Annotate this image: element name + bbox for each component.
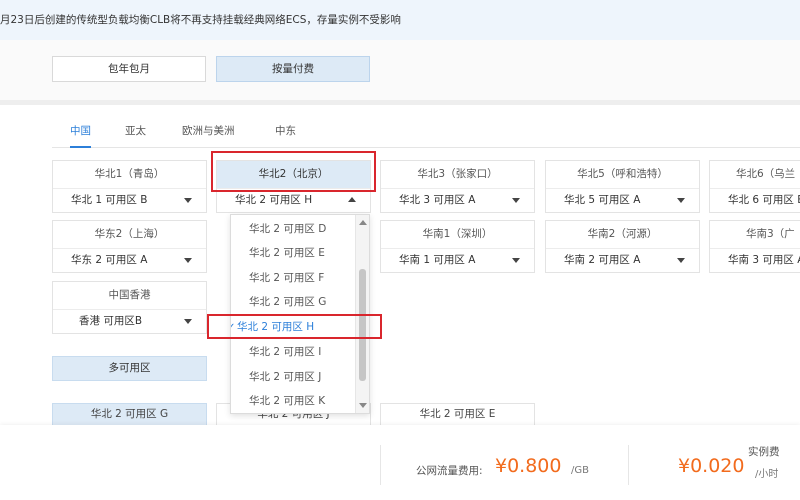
region-card-huadong2[interactable]: 华东2（上海） 华东 2 可用区 A xyxy=(52,220,207,273)
region-name: 华南2（河源） xyxy=(546,221,699,249)
dropdown-option-label: 华北 2 可用区 I xyxy=(249,346,322,358)
subscription-button[interactable]: 包年包月 xyxy=(52,56,206,82)
checkmark-icon: ✓ xyxy=(231,316,237,340)
dropdown-option-label: 华北 2 可用区 J xyxy=(249,371,322,383)
caret-down-icon xyxy=(677,258,685,263)
dropdown-option[interactable]: 华北 2 可用区 D xyxy=(231,217,354,241)
scroll-up-icon[interactable] xyxy=(359,220,367,225)
zone-select[interactable]: 香港 可用区B xyxy=(53,310,206,334)
dropdown-option-label: 华北 2 可用区 F xyxy=(249,272,325,284)
dropdown-option[interactable]: 华北 2 可用区 K xyxy=(231,389,354,413)
region-name: 华北3（张家口） xyxy=(381,161,534,189)
zone-select[interactable]: 华北 5 可用区 A xyxy=(546,189,699,213)
region-name: 中国香港 xyxy=(53,282,206,310)
zone-select[interactable]: 华南 1 可用区 A xyxy=(381,249,534,273)
zone-select-value: 华南 2 可用区 A xyxy=(564,254,641,266)
caret-down-icon xyxy=(512,198,520,203)
region-card-huabei6[interactable]: 华北6（乌兰 华北 6 可用区 B xyxy=(709,160,800,213)
zone-select[interactable]: 华北 3 可用区 A xyxy=(381,189,534,213)
dropdown-scrollbar[interactable] xyxy=(355,215,369,413)
zone-select[interactable]: 华南 3 可用区 A xyxy=(710,249,800,273)
dropdown-option-label: 华北 2 可用区 D xyxy=(249,223,327,235)
zone-select-value: 华北 2 可用区 H xyxy=(235,194,313,206)
section-divider xyxy=(0,100,800,105)
instance-fee-label: 实例费 xyxy=(748,446,780,458)
traffic-fee-price: ¥0.800 xyxy=(495,455,562,477)
region-name: 华东2（上海） xyxy=(53,221,206,249)
geo-tabs: 中国 亚太 欧洲与美洲 中东 xyxy=(52,123,800,148)
zone-select[interactable]: 华南 2 可用区 A xyxy=(546,249,699,273)
region-name: 华南1（深圳） xyxy=(381,221,534,249)
zone-select-value: 华北 6 可用区 B xyxy=(728,194,800,206)
dropdown-option-label: 华北 2 可用区 E xyxy=(249,247,325,259)
price-divider xyxy=(628,445,629,485)
dropdown-option[interactable]: 华北 2 可用区 E xyxy=(231,241,354,265)
zone-select[interactable]: 华北 1 可用区 B xyxy=(53,189,206,213)
region-name: 华南3（广 xyxy=(710,221,800,249)
caret-up-icon xyxy=(348,197,356,202)
notice-banner: 月23日后创建的传统型负载均衡CLB将不再支持挂载经典网络ECS，存量实例不受影… xyxy=(0,0,800,40)
zone-dropdown-menu: 华北 2 可用区 D 华北 2 可用区 E 华北 2 可用区 F 华北 2 可用… xyxy=(230,214,370,414)
dropdown-option[interactable]: 华北 2 可用区 J xyxy=(231,365,354,389)
zone-select[interactable]: 华北 2 可用区 H xyxy=(217,189,370,213)
zone-select-value: 香港 可用区B xyxy=(79,315,143,327)
caret-down-icon xyxy=(184,198,192,203)
tab-middle-east[interactable]: 中东 xyxy=(275,123,296,148)
zone-select-value: 华南 1 可用区 A xyxy=(399,254,476,266)
pay-as-you-go-button[interactable]: 按量付费 xyxy=(216,56,370,82)
region-card-huabei1[interactable]: 华北1（青岛） 华北 1 可用区 B xyxy=(52,160,207,213)
region-card-huabei3[interactable]: 华北3（张家口） 华北 3 可用区 A xyxy=(380,160,535,213)
caret-down-icon xyxy=(677,198,685,203)
zone-select[interactable]: 华北 6 可用区 B xyxy=(710,189,800,213)
dropdown-option-label: 华北 2 可用区 K xyxy=(249,395,326,407)
region-name: 华北2（北京） xyxy=(217,161,370,189)
price-divider xyxy=(380,445,381,485)
zone-select[interactable]: 华东 2 可用区 A xyxy=(53,249,206,273)
region-card-huanan2[interactable]: 华南2（河源） 华南 2 可用区 A xyxy=(545,220,700,273)
caret-down-icon xyxy=(184,319,192,324)
multi-zone-option[interactable]: 华北 2 可用区 G xyxy=(52,403,207,426)
zone-select-value: 华东 2 可用区 A xyxy=(71,254,148,266)
dropdown-option[interactable]: 华北 2 可用区 G xyxy=(231,290,354,314)
region-card-huabei5[interactable]: 华北5（呼和浩特） 华北 5 可用区 A xyxy=(545,160,700,213)
tab-china[interactable]: 中国 xyxy=(70,123,91,148)
region-card-huanan1[interactable]: 华南1（深圳） 华南 1 可用区 A xyxy=(380,220,535,273)
caret-down-icon xyxy=(512,258,520,263)
caret-down-icon xyxy=(184,258,192,263)
dropdown-option[interactable]: 华北 2 可用区 F xyxy=(231,266,354,290)
region-card-hongkong[interactable]: 中国香港 香港 可用区B xyxy=(52,281,207,334)
multi-zone-button[interactable]: 多可用区 xyxy=(52,356,207,381)
region-name: 华北5（呼和浩特） xyxy=(546,161,699,189)
zone-select-value: 华北 5 可用区 A xyxy=(564,194,641,206)
scroll-down-icon[interactable] xyxy=(359,403,367,408)
dropdown-option-selected[interactable]: ✓华北 2 可用区 H xyxy=(231,315,354,340)
scrollbar-thumb[interactable] xyxy=(359,269,366,381)
dropdown-option-label: 华北 2 可用区 H xyxy=(237,321,315,333)
tab-asia-pacific[interactable]: 亚太 xyxy=(125,123,146,148)
tab-europe-america[interactable]: 欧洲与美洲 xyxy=(182,123,235,148)
traffic-fee-label: 公网流量费用: xyxy=(416,465,483,477)
zone-select-value: 华北 1 可用区 B xyxy=(71,194,148,206)
multi-zone-option[interactable]: 华北 2 可用区 E xyxy=(380,403,535,426)
traffic-fee-unit: /GB xyxy=(571,465,589,476)
dropdown-option-label: 华北 2 可用区 G xyxy=(249,296,327,308)
zone-select-value: 华南 3 可用区 A xyxy=(728,254,800,266)
region-card-huabei2[interactable]: 华北2（北京） 华北 2 可用区 H xyxy=(216,160,371,213)
dropdown-option[interactable]: 华北 2 可用区 I xyxy=(231,340,354,364)
region-name: 华北1（青岛） xyxy=(53,161,206,189)
region-card-huanan3[interactable]: 华南3（广 华南 3 可用区 A xyxy=(709,220,800,273)
region-name: 华北6（乌兰 xyxy=(710,161,800,189)
instance-fee-price: ¥0.020 xyxy=(678,455,745,477)
zone-select-value: 华北 3 可用区 A xyxy=(399,194,476,206)
instance-fee-unit: /小时 xyxy=(755,469,779,480)
